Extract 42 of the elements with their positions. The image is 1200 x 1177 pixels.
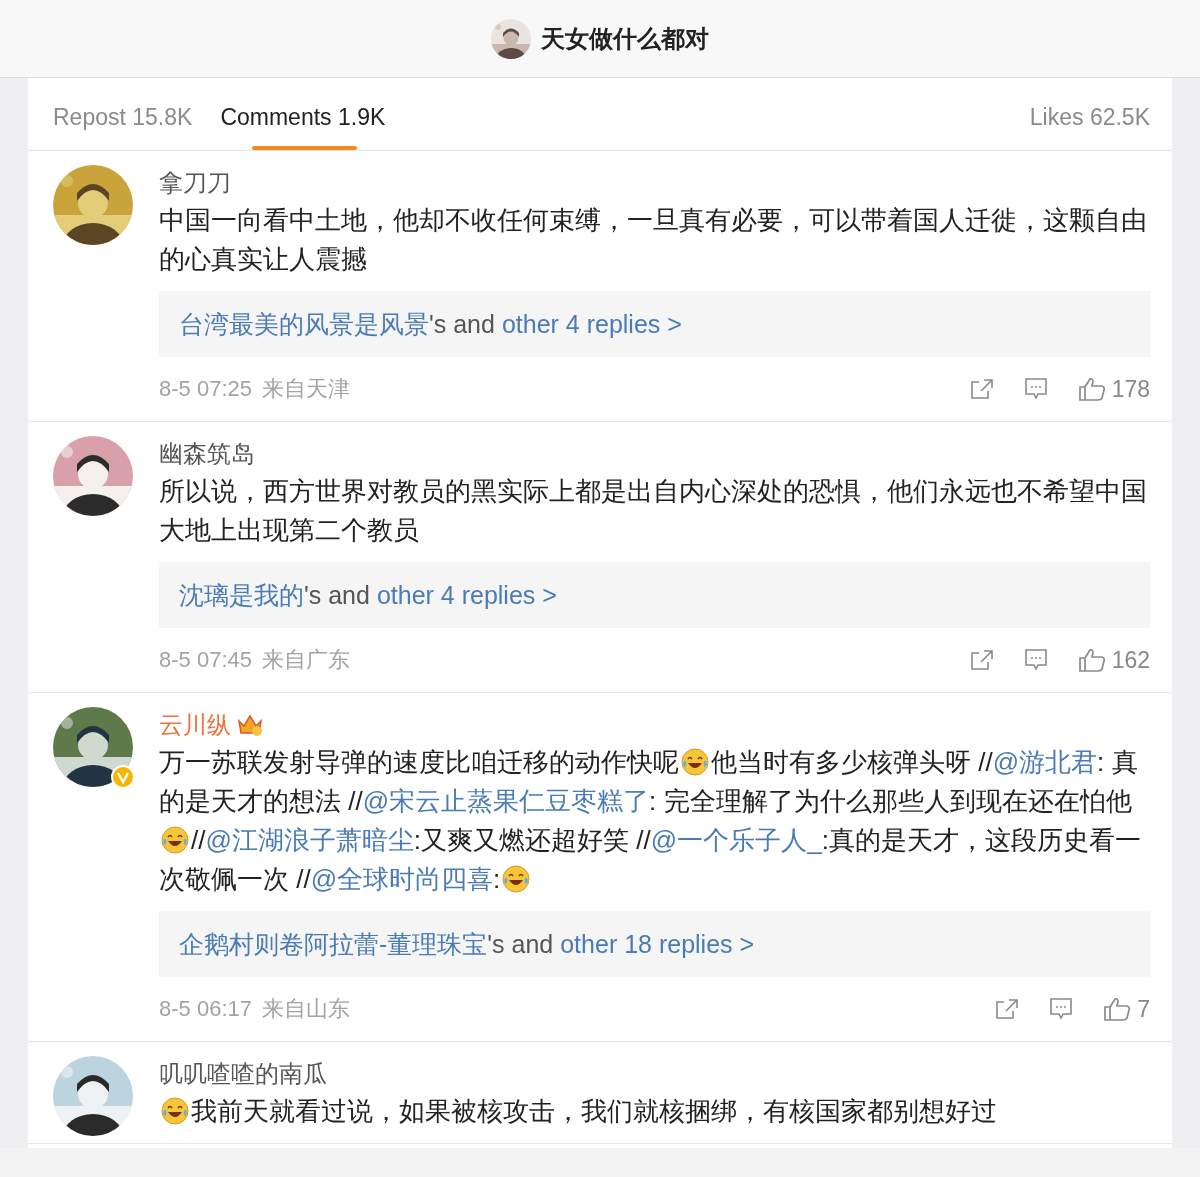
thumbs-up-icon xyxy=(1077,647,1106,673)
like-button[interactable]: 7 xyxy=(1103,995,1150,1023)
tab[interactable]: Likes 62.5K xyxy=(1029,90,1150,150)
share-icon xyxy=(969,649,994,671)
comment-time: 8-5 07:45 xyxy=(159,647,252,673)
share-button[interactable] xyxy=(969,378,994,400)
laughing-emoji-icon xyxy=(680,747,710,777)
comment-source: 来自广东 xyxy=(261,646,350,674)
page-title: 天女做什么都对 xyxy=(541,23,709,54)
comment-button[interactable] xyxy=(1049,997,1074,1021)
like-button[interactable]: 162 xyxy=(1077,646,1150,674)
comment-text: 所以说，西方世界对教员的黑实际上都是出自内心深处的恐惧，他们永远也不希望中国大地上出现第二个教员 xyxy=(159,475,1148,547)
comment-icon xyxy=(1023,377,1048,401)
username[interactable]: 幽森筑岛 xyxy=(159,438,255,470)
comment-text: 中国一向看中土地，他却不收任何束缚，一旦真有必要，可以带着国人迁徙，这颗自由的心真实让人震撼 xyxy=(159,204,1148,276)
comment-time: 8-5 07:25 xyxy=(159,376,252,402)
share-button[interactable] xyxy=(969,649,994,671)
tab[interactable]: Repost 15.8K xyxy=(53,90,193,150)
comment-source: 来自天津 xyxy=(261,375,350,403)
comment-text: 万一苏联发射导弹的速度比咱迁移的动作快呢 他当时有多少核弹头呀 //@游北君: 真的是天才的想法 //@宋云止蒸果仁豆枣糕了: 完全理解了为什么那些人到现在还在怕他 //@江湖浪子萧暗尘:又爽又燃还超好笑 //@一个乐子人_:真的是天才，这段历史看一次敬佩一次 //@全球时尚四喜: xyxy=(159,746,1142,896)
comment-icon xyxy=(1049,997,1074,1021)
comment-text: 我前天就看过说，如果被核攻击，我们就核捆绑，有核国家都别想好过 xyxy=(159,1092,1150,1131)
laughing-emoji-icon xyxy=(501,864,532,894)
username[interactable]: 叽叽喳喳的南瓜 xyxy=(159,1058,327,1090)
like-button[interactable]: 178 xyxy=(1077,375,1150,403)
comment-source: 来自山东 xyxy=(261,995,350,1023)
more-replies-link[interactable]: 台湾最美的风景是风景's and other 4 replies > xyxy=(159,291,1150,357)
comment-icon xyxy=(1023,648,1048,672)
share-icon xyxy=(995,998,1020,1020)
more-replies-link[interactable]: 沈璃是我的's and other 4 replies > xyxy=(159,562,1150,628)
comment-button[interactable] xyxy=(1023,648,1048,672)
laughing-emoji-icon xyxy=(160,1096,190,1126)
comment-time: 8-5 06:17 xyxy=(159,996,252,1022)
tab[interactable]: Comments 1.9K xyxy=(220,90,386,150)
share-button[interactable] xyxy=(995,998,1020,1020)
more-replies-link[interactable]: 企鹅村则卷阿拉蕾-董理珠宝's and other 18 replies > xyxy=(159,911,1150,977)
thumbs-up-icon xyxy=(1103,996,1132,1022)
laughing-emoji-icon xyxy=(160,825,190,855)
comment-button[interactable] xyxy=(1023,377,1048,401)
thumbs-up-icon xyxy=(1077,376,1106,402)
share-icon xyxy=(969,378,994,400)
username[interactable]: 拿刀刀 xyxy=(159,167,231,199)
